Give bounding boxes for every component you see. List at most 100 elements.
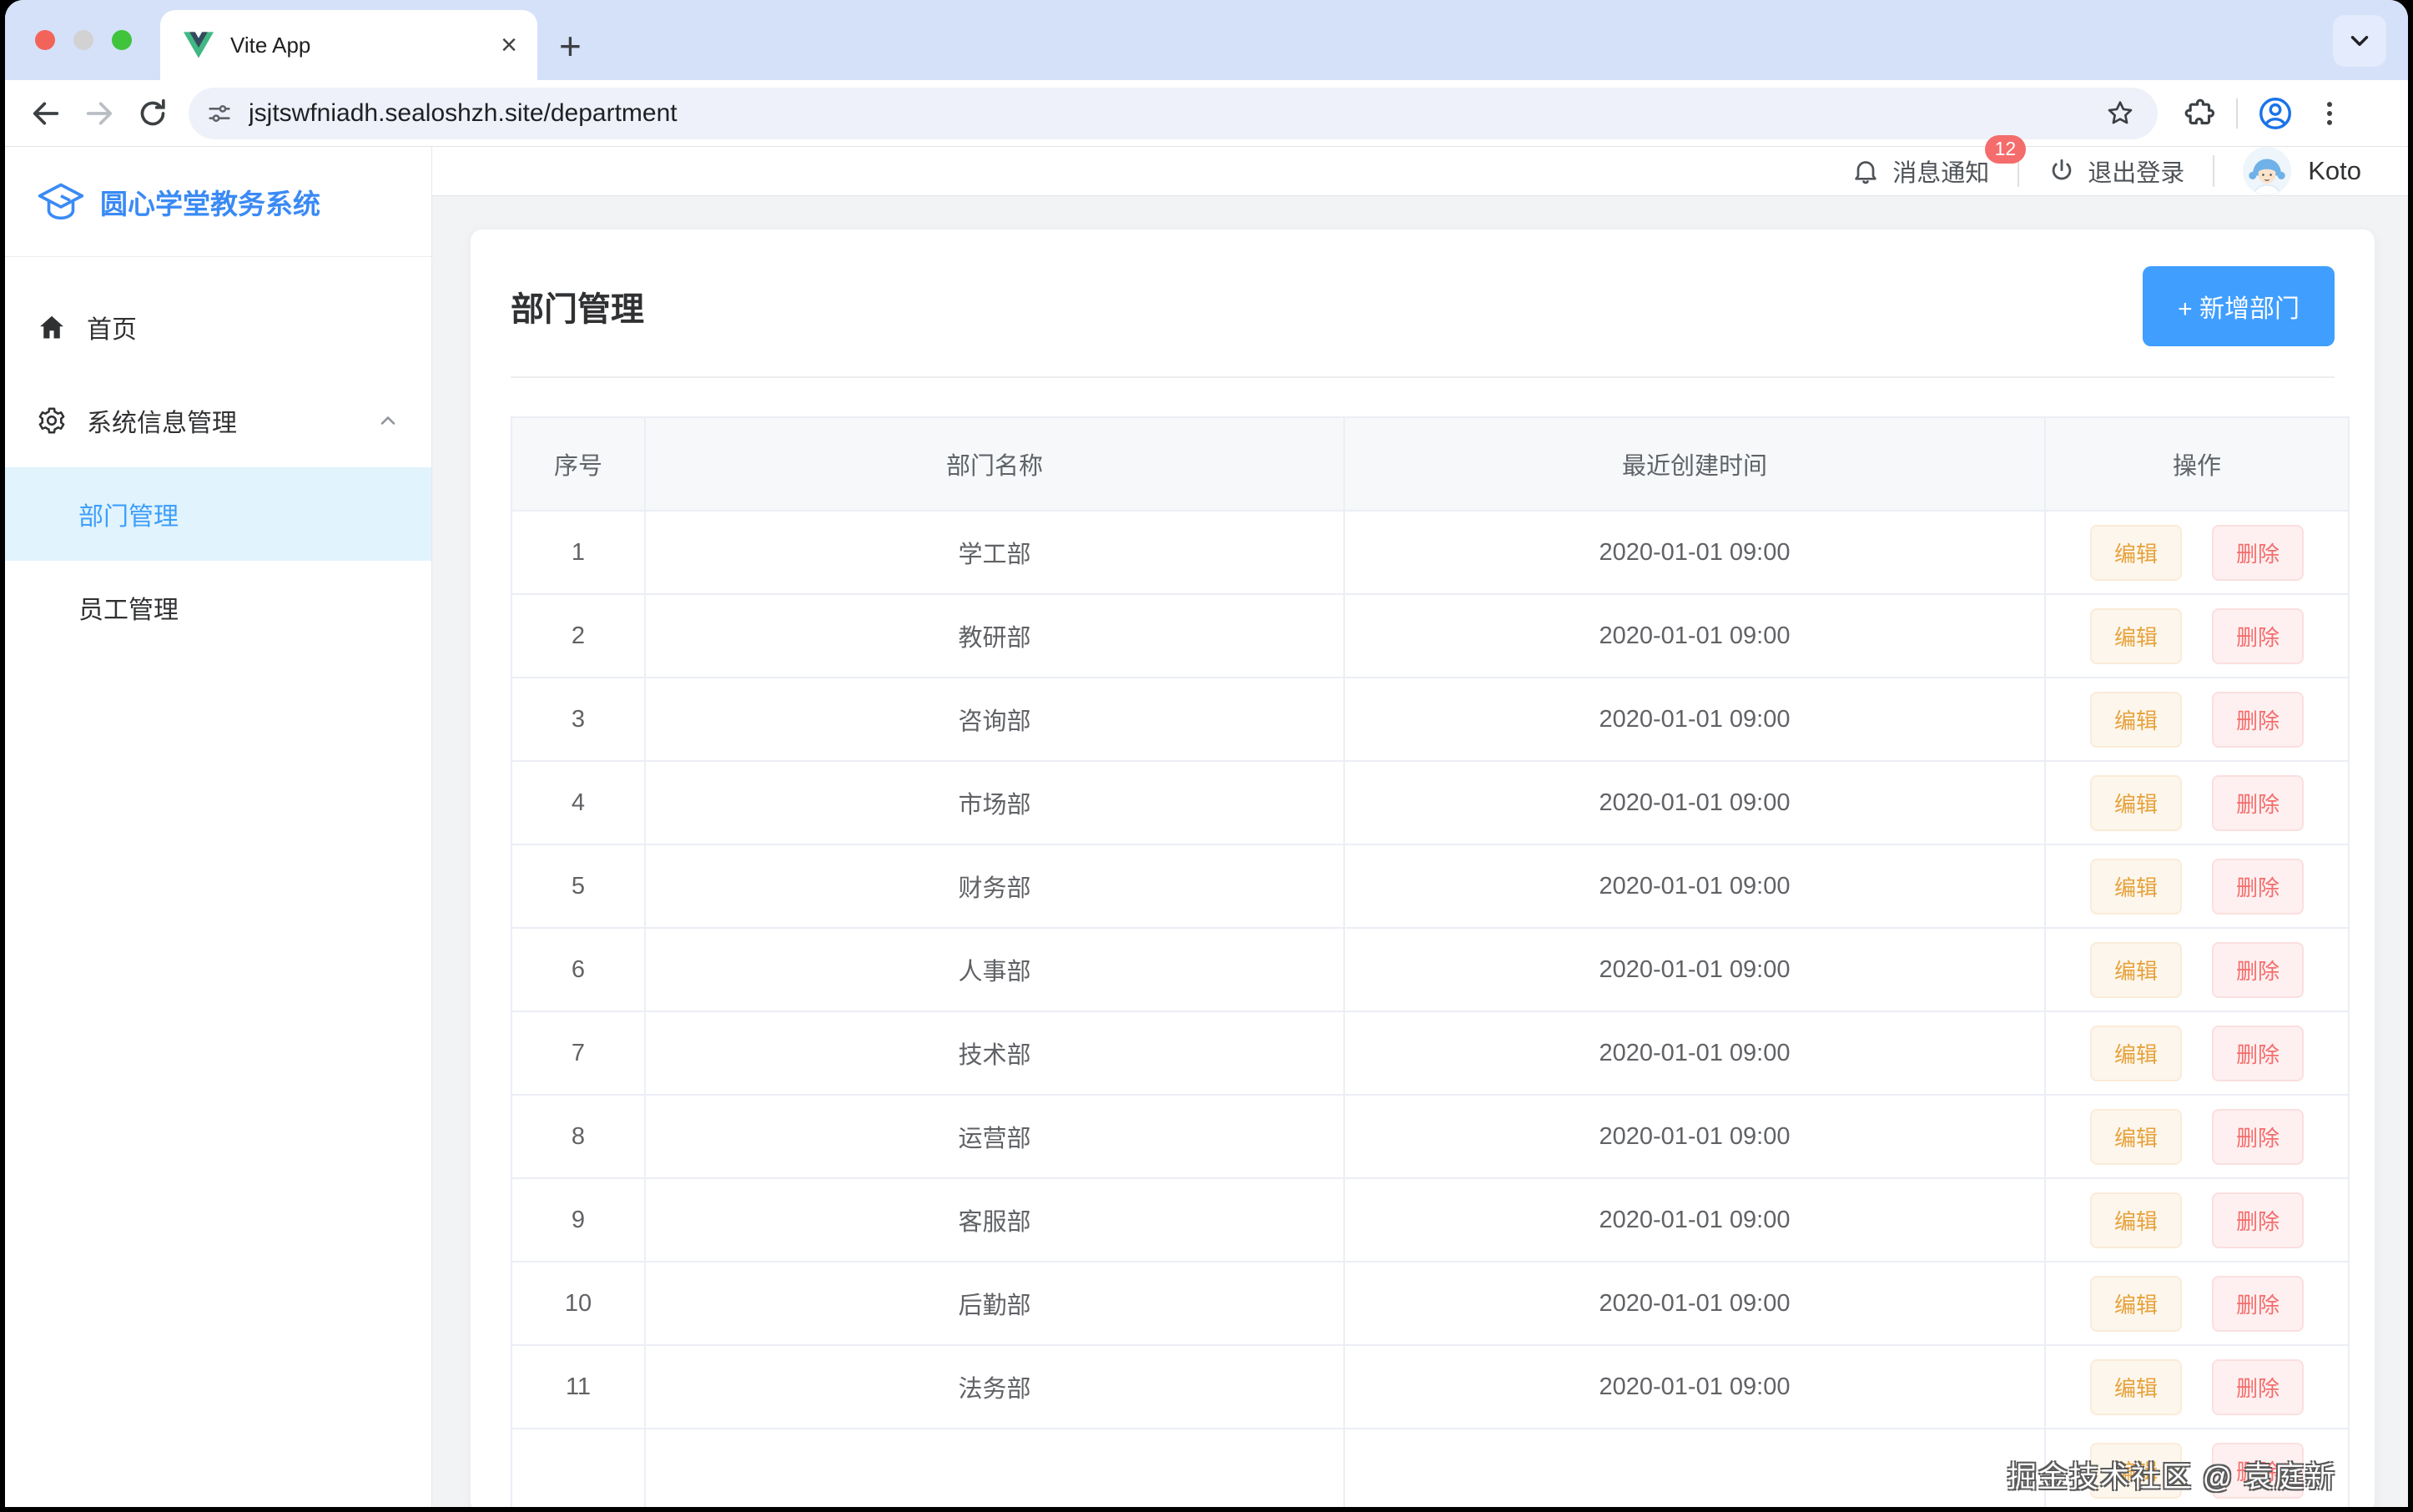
delete-button[interactable]: 删除 [2212, 775, 2304, 831]
delete-button[interactable]: 删除 [2212, 1276, 2304, 1332]
row-actions: 编辑 删除 [2045, 844, 2349, 928]
row-actions: 编辑 删除 [2045, 761, 2349, 844]
page-content: 部门管理 + 新增部门 序号 部门名称 最近创建时间 操作 [432, 196, 2408, 1507]
edit-button[interactable]: 编辑 [2090, 1359, 2182, 1415]
row-name: 市场部 [645, 761, 1344, 844]
edit-button[interactable]: 编辑 [2090, 608, 2182, 664]
sidebar-item-employee[interactable]: 员工管理 [5, 561, 431, 654]
edit-button[interactable]: 编辑 [2090, 1109, 2182, 1165]
row-time: 2020-01-01 09:00 [1344, 1345, 2045, 1429]
notifications-badge: 12 [1985, 135, 2027, 164]
sidebar-item-system-info[interactable]: 系统信息管理 [5, 374, 431, 467]
app-header: 消息通知 12 退出登录 [432, 147, 2408, 196]
row-time [1344, 1429, 2045, 1507]
zoom-window-button[interactable] [112, 30, 132, 50]
forward-arrow-icon [83, 97, 116, 130]
edit-button[interactable]: 编辑 [2090, 859, 2182, 915]
add-department-button[interactable]: + 新增部门 [2143, 266, 2335, 346]
traffic-lights [5, 0, 160, 80]
row-actions: 编辑 删除 [2045, 594, 2349, 678]
row-index: 5 [511, 844, 645, 928]
url-text[interactable]: jsjtswfniadh.sealoshzh.site/department [249, 99, 2089, 128]
edit-button[interactable]: 编辑 [2090, 525, 2182, 581]
row-name: 教研部 [645, 594, 1344, 678]
tab-search-button[interactable] [2333, 15, 2386, 67]
back-button[interactable] [23, 91, 68, 136]
row-index: 8 [511, 1095, 645, 1178]
user-menu[interactable]: Koto [2243, 147, 2361, 195]
edit-button[interactable]: 编辑 [2090, 692, 2182, 748]
row-name: 客服部 [645, 1178, 1344, 1262]
table-row: 6 人事部 2020-01-01 09:00 编辑 删除 [511, 928, 2349, 1011]
tab-close-icon[interactable]: × [501, 31, 517, 59]
site-settings-icon[interactable] [205, 99, 234, 128]
minimize-window-button[interactable] [73, 30, 93, 50]
delete-button[interactable]: 删除 [2212, 859, 2304, 915]
table-row: 4 市场部 2020-01-01 09:00 编辑 删除 [511, 761, 2349, 844]
row-name: 学工部 [645, 511, 1344, 594]
profile-icon[interactable] [2256, 94, 2295, 133]
edit-button[interactable]: 编辑 [2090, 1276, 2182, 1332]
edit-button[interactable]: 编辑 [2090, 942, 2182, 998]
page-title: 部门管理 [511, 282, 644, 330]
new-tab-button[interactable]: + [559, 27, 582, 65]
url-bar[interactable]: jsjtswfniadh.sealoshzh.site/department [189, 88, 2158, 139]
extensions-icon[interactable] [2184, 97, 2218, 130]
reload-button[interactable] [130, 91, 175, 136]
close-window-button[interactable] [35, 30, 55, 50]
table-body: 1 学工部 2020-01-01 09:00 编辑 删除 2 教研部 2020-… [511, 511, 2349, 1507]
notifications-button[interactable]: 消息通知 12 [1851, 154, 1989, 189]
edit-button[interactable]: 编辑 [2090, 1443, 2182, 1499]
avatar [2243, 147, 2291, 195]
edit-button[interactable]: 编辑 [2090, 1192, 2182, 1248]
row-name: 财务部 [645, 844, 1344, 928]
tab-strip: Vite App × + [5, 0, 2408, 80]
table-row: 2 教研部 2020-01-01 09:00 编辑 删除 [511, 594, 2349, 678]
menu-dots-icon[interactable] [2313, 97, 2346, 130]
table-row: 编辑 删除 [511, 1429, 2349, 1507]
row-index: 2 [511, 594, 645, 678]
department-table: 序号 部门名称 最近创建时间 操作 1 学工部 2020-01-01 09:00… [511, 416, 2350, 1507]
row-time: 2020-01-01 09:00 [1344, 678, 2045, 761]
row-index: 1 [511, 511, 645, 594]
row-actions: 编辑 删除 [2045, 1095, 2349, 1178]
table-row: 5 财务部 2020-01-01 09:00 编辑 删除 [511, 844, 2349, 928]
browser-toolbar: jsjtswfniadh.sealoshzh.site/department [5, 80, 2408, 147]
row-time: 2020-01-01 09:00 [1344, 761, 2045, 844]
row-time: 2020-01-01 09:00 [1344, 1095, 2045, 1178]
row-actions: 编辑 删除 [2045, 928, 2349, 1011]
delete-button[interactable]: 删除 [2212, 525, 2304, 581]
chevron-up-icon [376, 409, 400, 432]
delete-button[interactable]: 删除 [2212, 608, 2304, 664]
row-index: 11 [511, 1345, 645, 1429]
reload-icon [136, 97, 169, 130]
delete-button[interactable]: 删除 [2212, 1026, 2304, 1081]
table-row: 3 咨询部 2020-01-01 09:00 编辑 删除 [511, 678, 2349, 761]
logout-button[interactable]: 退出登录 [2048, 154, 2184, 189]
row-index [511, 1429, 645, 1507]
toolbar-separator [2236, 98, 2238, 129]
column-header-actions: 操作 [2045, 417, 2349, 511]
browser-tab[interactable]: Vite App × [160, 10, 537, 80]
row-actions: 编辑 删除 [2045, 1429, 2349, 1507]
delete-button[interactable]: 删除 [2212, 1443, 2304, 1499]
delete-button[interactable]: 删除 [2212, 1192, 2304, 1248]
edit-button[interactable]: 编辑 [2090, 1026, 2182, 1081]
edit-button[interactable]: 编辑 [2090, 775, 2182, 831]
notifications-label: 消息通知 [1892, 154, 1989, 189]
vue-favicon-icon [184, 32, 214, 58]
row-name: 咨询部 [645, 678, 1344, 761]
delete-button[interactable]: 删除 [2212, 942, 2304, 998]
row-name: 后勤部 [645, 1262, 1344, 1345]
delete-button[interactable]: 删除 [2212, 1359, 2304, 1415]
table-row: 10 后勤部 2020-01-01 09:00 编辑 删除 [511, 1262, 2349, 1345]
delete-button[interactable]: 删除 [2212, 692, 2304, 748]
sidebar-item-department[interactable]: 部门管理 [5, 467, 431, 561]
forward-button[interactable] [77, 91, 122, 136]
bookmark-star-icon[interactable] [2104, 98, 2136, 129]
sidebar-item-home[interactable]: 首页 [5, 280, 431, 374]
delete-button[interactable]: 删除 [2212, 1109, 2304, 1165]
row-actions: 编辑 删除 [2045, 678, 2349, 761]
sidebar: 圆心学堂教务系统 首页 系统信息管理 部门管理 员工管理 [5, 147, 432, 1507]
tab-title: Vite App [230, 33, 484, 58]
